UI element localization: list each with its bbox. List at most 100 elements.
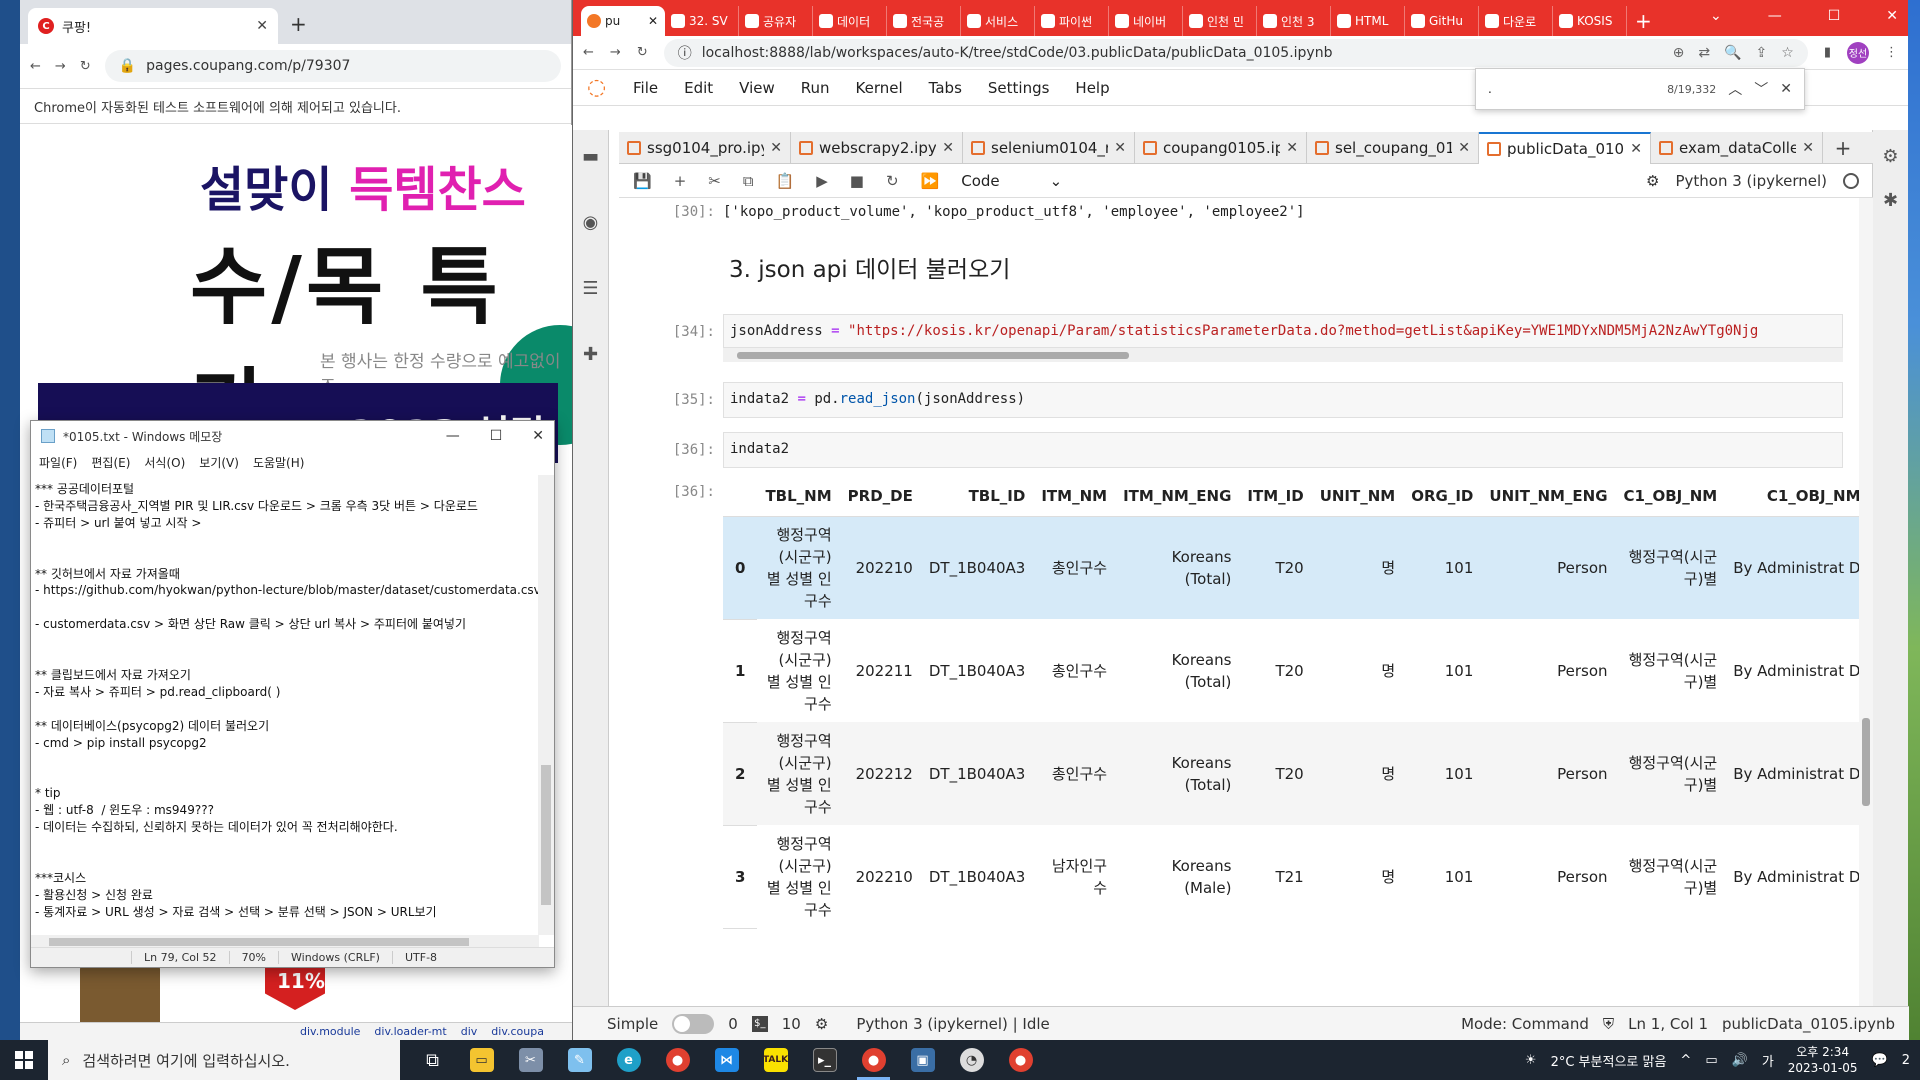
- vscode-icon[interactable]: ⋈: [702, 1040, 751, 1080]
- browser-tab[interactable]: 서비스: [961, 6, 1035, 36]
- crumb[interactable]: div: [461, 1025, 478, 1038]
- share-icon[interactable]: ⇪: [1756, 45, 1768, 61]
- new-tab-button[interactable]: +: [290, 12, 307, 36]
- menu-file[interactable]: File: [633, 79, 658, 97]
- forward-icon[interactable]: →: [610, 45, 621, 60]
- scroll-thumb[interactable]: [541, 765, 551, 905]
- extension-icon[interactable]: ✚: [579, 344, 603, 368]
- weather-text[interactable]: 2°C 부분적으로 맑음: [1551, 1051, 1667, 1070]
- run-icon[interactable]: ▶: [816, 172, 828, 190]
- code-horizontal-scrollbar[interactable]: [723, 348, 1843, 362]
- maximize-icon[interactable]: ☐: [1828, 8, 1841, 24]
- kebab-menu-icon[interactable]: ⋮: [1885, 45, 1898, 60]
- notebook-tab[interactable]: publicData_010 ✕: [1479, 132, 1651, 164]
- browser-tab[interactable]: 전국공: [887, 6, 961, 36]
- new-launcher-button[interactable]: +: [1823, 132, 1863, 163]
- ime-icon[interactable]: 가: [1762, 1051, 1774, 1070]
- cell-type-select[interactable]: Code ⌄: [961, 172, 1062, 190]
- kernel-count[interactable]: 10: [782, 1015, 801, 1033]
- back-icon[interactable]: ←: [583, 45, 594, 60]
- scroll-thumb[interactable]: [1862, 718, 1870, 806]
- menu-help[interactable]: Help: [1075, 79, 1109, 97]
- browser-tab[interactable]: 인천 3: [1257, 6, 1331, 36]
- notepad-vertical-scrollbar[interactable]: [538, 475, 554, 935]
- snipping-tool-icon[interactable]: ✂: [506, 1040, 555, 1080]
- chrome-active-icon[interactable]: ●: [849, 1040, 898, 1080]
- find-input[interactable]: .: [1488, 82, 1492, 96]
- task-view-icon[interactable]: ⧉: [408, 1040, 457, 1080]
- stop-icon[interactable]: ■: [850, 172, 864, 190]
- find-prev-icon[interactable]: ︿: [1728, 79, 1742, 99]
- edge-icon[interactable]: e: [604, 1040, 653, 1080]
- notebook-tab[interactable]: selenium0104_r ✕: [963, 132, 1135, 164]
- menu-settings[interactable]: Settings: [988, 79, 1050, 97]
- browser-tab[interactable]: KOSIS: [1553, 6, 1627, 36]
- insert-cell-icon[interactable]: +: [674, 172, 687, 190]
- menu-file[interactable]: 파일(F): [39, 454, 77, 471]
- menu-edit[interactable]: 편집(E): [91, 454, 130, 471]
- install-icon[interactable]: ⊕: [1673, 45, 1685, 61]
- scroll-thumb[interactable]: [49, 938, 469, 946]
- code-cell-36[interactable]: [36]: indata2: [619, 432, 1859, 470]
- close-icon[interactable]: ✕: [1886, 8, 1898, 24]
- menu-tabs[interactable]: Tabs: [929, 79, 962, 97]
- reload-icon[interactable]: ↻: [637, 45, 648, 60]
- code-editor[interactable]: indata2 = pd.read_json(jsonAddress): [723, 382, 1843, 418]
- chrome-2-icon[interactable]: ●: [996, 1040, 1045, 1080]
- notepad-text-area[interactable]: *** 공공데이터포털 - 한국주택금융공사_지역별 PIR 및 LIR.csv …: [31, 475, 539, 935]
- avatar[interactable]: 정선: [1847, 41, 1869, 64]
- notebook-tab[interactable]: exam_dataColle ✕: [1651, 132, 1823, 164]
- paste-icon[interactable]: 📋: [776, 172, 795, 190]
- menu-view[interactable]: 보기(V): [199, 454, 239, 471]
- menu-edit[interactable]: Edit: [684, 79, 713, 97]
- address-bar[interactable]: 🔒 pages.coupang.com/p/79307: [104, 50, 561, 82]
- kernel-name[interactable]: Python 3 (ipykernel): [1675, 172, 1827, 190]
- copy-icon[interactable]: ⧉: [743, 172, 754, 190]
- maximize-icon[interactable]: ☐: [490, 428, 503, 444]
- start-button[interactable]: [0, 1040, 48, 1080]
- close-icon[interactable]: ✕: [532, 428, 544, 444]
- browser-tab[interactable]: 데이터: [813, 6, 887, 36]
- menu-run[interactable]: Run: [801, 79, 830, 97]
- crumb[interactable]: div.loader-mt: [374, 1025, 446, 1038]
- back-icon[interactable]: ←: [30, 59, 41, 74]
- close-tab-icon[interactable]: ✕: [648, 14, 658, 28]
- menu-kernel[interactable]: Kernel: [856, 79, 903, 97]
- crumb[interactable]: div.coupa: [491, 1025, 544, 1038]
- restart-icon[interactable]: ↻: [886, 172, 899, 190]
- code-cell-35[interactable]: [35]: indata2 = pd.read_json(jsonAddress…: [619, 382, 1859, 420]
- property-inspector-icon[interactable]: ⚙: [1879, 146, 1903, 170]
- volume-icon[interactable]: 🔊: [1732, 1053, 1748, 1068]
- close-tab-icon[interactable]: ✕: [1458, 140, 1470, 156]
- tab-coupang[interactable]: C 쿠팡! ✕: [28, 8, 278, 44]
- minimize-icon[interactable]: —: [1768, 8, 1782, 24]
- save-icon[interactable]: 💾: [633, 172, 652, 190]
- code-editor[interactable]: jsonAddress = "https://kosis.kr/openapi/…: [723, 314, 1843, 348]
- zoom-icon[interactable]: 🔍: [1724, 45, 1741, 61]
- notebook-tab[interactable]: ssg0104_pro.ipy ✕: [619, 132, 791, 164]
- notepad-titlebar[interactable]: *0105.txt - Windows 메모장 — ☐ ✕: [31, 421, 554, 451]
- find-next-icon[interactable]: ﹀: [1754, 79, 1768, 99]
- notebook-tab[interactable]: webscrapy2.ipy ✕: [791, 132, 963, 164]
- notebook-vertical-scrollbar[interactable]: [1859, 198, 1873, 1006]
- menu-help[interactable]: 도움말(H): [253, 454, 305, 471]
- bookmark-star-icon[interactable]: ☆: [1781, 45, 1794, 61]
- terminal-count[interactable]: 0: [728, 1015, 738, 1033]
- close-tab-icon[interactable]: ✕: [1630, 141, 1642, 157]
- close-tab-icon[interactable]: ✕: [1286, 140, 1298, 156]
- notification-icon[interactable]: 💬: [1872, 1053, 1888, 1068]
- browser-tab[interactable]: GitHu: [1405, 6, 1479, 36]
- browser-tab[interactable]: 인천 민: [1183, 6, 1257, 36]
- cut-icon[interactable]: ✂: [708, 172, 721, 190]
- menu-format[interactable]: 서식(O): [144, 454, 185, 471]
- minimize-icon[interactable]: —: [446, 428, 460, 444]
- forward-icon[interactable]: →: [55, 59, 66, 74]
- code-editor[interactable]: indata2: [723, 432, 1843, 468]
- folder-icon[interactable]: ▬: [579, 146, 603, 170]
- chrome-icon[interactable]: ●: [653, 1040, 702, 1080]
- browser-tab[interactable]: pu ✕: [581, 6, 665, 36]
- close-tab-icon[interactable]: ✕: [942, 140, 954, 156]
- debugger-icon[interactable]: ✱: [1879, 190, 1903, 214]
- scroll-thumb[interactable]: [737, 352, 1129, 359]
- gear-icon[interactable]: ⚙: [1646, 172, 1659, 190]
